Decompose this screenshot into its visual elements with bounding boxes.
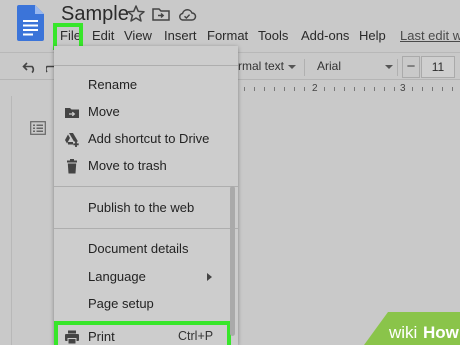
document-outline-icon[interactable] bbox=[30, 121, 46, 135]
toolbar-divider bbox=[304, 59, 305, 76]
menu-item-page-setup[interactable]: Page setup bbox=[54, 291, 238, 317]
menu-help[interactable]: Help bbox=[359, 27, 386, 45]
menu-item-label: Add shortcut to Drive bbox=[88, 131, 210, 146]
menu-item-label: Move bbox=[88, 104, 120, 119]
menu-view[interactable]: View bbox=[124, 27, 152, 45]
menu-item-label: Publish to the web bbox=[88, 200, 195, 215]
menu-item-label: Page setup bbox=[88, 296, 154, 311]
menu-tools[interactable]: Tools bbox=[258, 27, 288, 45]
google-docs-logo-icon[interactable] bbox=[17, 5, 44, 41]
undo-icon[interactable] bbox=[22, 60, 38, 74]
ruler-label: 3 bbox=[400, 83, 406, 94]
style-dropdown-caret-icon[interactable] bbox=[288, 65, 296, 69]
menu-item-print[interactable]: Print Ctrl+P bbox=[54, 321, 238, 345]
menu-item-add-shortcut[interactable]: Add shortcut to Drive bbox=[54, 126, 238, 152]
printer-icon bbox=[65, 330, 79, 345]
menu-divider bbox=[54, 65, 238, 66]
menu-item-label: Rename bbox=[88, 77, 138, 92]
drive-add-shortcut-icon bbox=[65, 133, 79, 147]
menu-item-label: Move to trash bbox=[88, 158, 167, 173]
menu-insert[interactable]: Insert bbox=[164, 27, 197, 45]
ruler-label: 2 bbox=[312, 83, 318, 94]
folder-move-icon bbox=[65, 108, 79, 118]
menu-item-label: Language bbox=[88, 269, 146, 284]
wikihow-watermark: wiki How bbox=[364, 312, 460, 345]
menu-edit[interactable]: Edit bbox=[92, 27, 114, 45]
decrease-font-size-button[interactable]: − bbox=[402, 56, 420, 78]
vertical-ruler[interactable] bbox=[0, 96, 12, 345]
trash-icon bbox=[67, 159, 77, 174]
menu-item-language[interactable]: Language bbox=[54, 264, 238, 290]
menu-item-label: Document details bbox=[88, 241, 189, 256]
submenu-arrow-icon bbox=[207, 273, 212, 281]
menu-item-label: Print bbox=[88, 329, 115, 344]
menu-add-ons[interactable]: Add-ons bbox=[301, 27, 349, 45]
toolbar-divider bbox=[397, 59, 398, 76]
file-menu-dropdown: Rename Move Add shortcut to Drive Move t… bbox=[54, 46, 238, 345]
star-icon[interactable] bbox=[126, 4, 146, 24]
menu-item-rename[interactable]: Rename bbox=[54, 72, 238, 98]
paragraph-style-select[interactable]: rmal text bbox=[238, 59, 284, 73]
last-edit-link[interactable]: Last edit w bbox=[400, 27, 460, 45]
print-shortcut: Ctrl+P bbox=[178, 329, 214, 343]
watermark-wiki: wiki bbox=[388, 323, 417, 342]
menu-scrollbar[interactable] bbox=[230, 186, 235, 336]
horizontal-ruler[interactable]: 2 3 bbox=[236, 82, 460, 96]
menu-item-publish-to-web[interactable]: Publish to the web bbox=[54, 195, 238, 221]
font-dropdown-caret-icon[interactable] bbox=[385, 65, 393, 69]
watermark-how: How bbox=[423, 323, 460, 342]
menu-item-move[interactable]: Move bbox=[54, 99, 238, 125]
menu-item-move-to-trash[interactable]: Move to trash bbox=[54, 153, 238, 179]
menu-item-document-details[interactable]: Document details bbox=[54, 236, 238, 262]
menu-format[interactable]: Format bbox=[207, 27, 248, 45]
cloud-saved-icon[interactable] bbox=[177, 4, 197, 24]
font-size-input[interactable]: 11 bbox=[421, 56, 455, 78]
move-to-folder-icon[interactable] bbox=[151, 4, 171, 24]
menu-divider bbox=[54, 228, 238, 229]
menu-divider bbox=[54, 186, 238, 187]
font-family-select[interactable]: Arial bbox=[317, 59, 341, 73]
